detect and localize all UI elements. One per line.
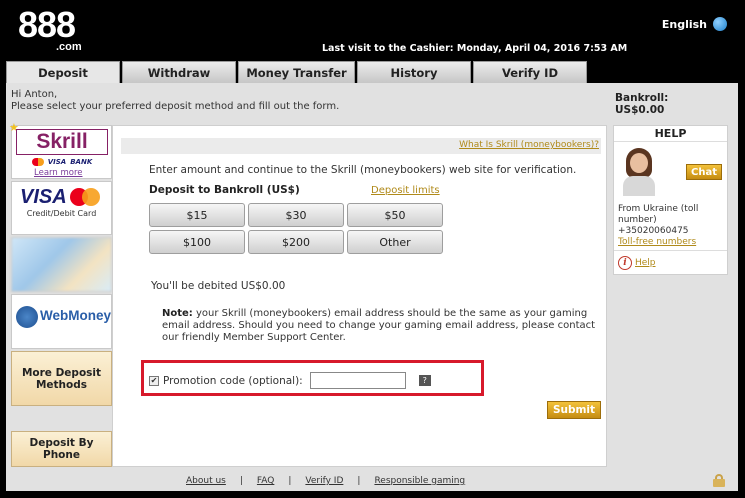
visa-subtitle: Credit/Debit Card — [26, 209, 97, 218]
chat-button[interactable]: Chat — [686, 164, 722, 180]
footer-separator: | — [239, 476, 243, 486]
footer-separator: | — [288, 476, 292, 486]
amount-button-30[interactable]: $30 — [248, 203, 344, 227]
language-selector[interactable]: English — [662, 17, 727, 31]
amount-buttons: $15 $30 $50 $100 $200 Other — [149, 203, 443, 254]
last-visit-text: Last visit to the Cashier: Monday, April… — [322, 43, 628, 54]
support-agent-avatar — [619, 146, 659, 196]
promo-code-row: ✔ Promotion code (optional): ? — [149, 372, 431, 389]
footer-links: About us | FAQ | Verify ID | Responsible… — [186, 476, 465, 486]
note-text: your Skrill (moneybookers) email address… — [162, 308, 596, 343]
deposit-form: What Is Skrill (moneybookers)? Enter amo… — [112, 125, 607, 467]
promo-checkbox[interactable]: ✔ — [149, 375, 159, 386]
email-note: Note: your Skrill (moneybookers) email a… — [162, 308, 602, 344]
deposit-by-phone-button[interactable]: Deposit By Phone — [11, 431, 112, 467]
promo-label: Promotion code (optional): — [163, 374, 303, 387]
skrill-sub-logos: VISA BANK — [16, 156, 108, 168]
skrill-logo: Skrill — [16, 129, 108, 155]
mastercard-icon — [70, 188, 100, 206]
footer-responsible-gaming[interactable]: Responsible gaming — [374, 476, 465, 486]
amount-button-100[interactable]: $100 — [149, 230, 245, 254]
what-is-skrill-link[interactable]: What Is Skrill (moneybookers)? — [459, 140, 599, 150]
method-blurred[interactable] — [11, 237, 112, 292]
contact-phone: +35020060475 — [618, 226, 689, 236]
webmoney-globe-icon — [16, 306, 38, 328]
tab-verify-id[interactable]: Verify ID — [473, 61, 587, 83]
footer-faq[interactable]: FAQ — [257, 476, 274, 486]
info-icon: i — [618, 256, 632, 270]
form-intro: Enter amount and continue to the Skrill … — [149, 164, 577, 176]
contact-region: From Ukraine (toll number) — [618, 204, 699, 225]
method-webmoney[interactable]: WebMoney — [11, 294, 112, 349]
method-visa[interactable]: VISA Credit/Debit Card — [11, 181, 112, 235]
amount-button-50[interactable]: $50 — [347, 203, 443, 227]
mastercard-icon — [31, 158, 44, 166]
help-box: HELP Chat From Ukraine (toll number) +35… — [613, 125, 728, 275]
greeting-name: Hi Anton, — [11, 89, 58, 100]
language-label: English — [661, 17, 707, 31]
888-logo[interactable]: 888 .com — [18, 4, 82, 54]
footer-verify-id[interactable]: Verify ID — [305, 476, 343, 486]
debited-amount: You'll be debited US$0.00 — [151, 280, 286, 292]
tab-history[interactable]: History — [357, 61, 471, 83]
tab-money-transfer[interactable]: Money Transfer — [238, 61, 355, 83]
note-label: Note: — [162, 308, 193, 319]
amount-button-200[interactable]: $200 — [248, 230, 344, 254]
cashier-panel: Hi Anton, Please select your preferred d… — [6, 83, 738, 491]
deposit-limits-link[interactable]: Deposit limits — [371, 185, 440, 196]
more-deposit-methods-button[interactable]: More Deposit Methods — [11, 351, 112, 406]
greeting-instructions: Please select your preferred deposit met… — [11, 101, 340, 112]
amount-button-15[interactable]: $15 — [149, 203, 245, 227]
help-link-label: Help — [635, 258, 656, 268]
bank-mini-logo: BANK — [70, 158, 93, 166]
lock-icon — [713, 474, 725, 487]
footer-separator: | — [357, 476, 361, 486]
footer-about-us[interactable]: About us — [186, 476, 226, 486]
visa-mini-logo: VISA — [47, 158, 67, 166]
method-skrill[interactable]: ★ Skrill VISA BANK Learn more — [9, 121, 112, 179]
deposit-amount-label: Deposit to Bankroll (US$) — [149, 184, 300, 196]
help-divider — [614, 250, 727, 251]
logo-text: 888 — [18, 4, 76, 45]
help-title: HELP — [614, 126, 727, 142]
promo-code-input[interactable] — [309, 372, 406, 389]
greeting: Hi Anton, Please select your preferred d… — [11, 89, 339, 113]
tab-withdraw[interactable]: Withdraw — [122, 61, 236, 83]
submit-button[interactable]: Submit — [547, 401, 601, 419]
toll-free-link[interactable]: Toll-free numbers — [618, 237, 696, 247]
bankroll-value: US$0.00 — [615, 104, 665, 116]
bankroll: Bankroll: US$0.00 — [615, 92, 668, 116]
help-link[interactable]: i Help — [618, 256, 656, 270]
amount-button-other[interactable]: Other — [347, 230, 443, 254]
cashier-tabs: Deposit Withdraw Money Transfer History … — [6, 61, 587, 83]
learn-more-link[interactable]: Learn more — [34, 168, 82, 178]
webmoney-logo: WebMoney — [40, 308, 112, 323]
help-contact: From Ukraine (toll number) +35020060475 — [618, 204, 728, 237]
visa-logo: VISA — [20, 186, 67, 208]
tab-deposit[interactable]: Deposit — [6, 61, 120, 83]
logo-domain: .com — [56, 41, 82, 53]
bankroll-label: Bankroll: — [615, 92, 669, 104]
question-mark-icon[interactable]: ? — [418, 375, 431, 386]
globe-icon — [713, 17, 727, 31]
